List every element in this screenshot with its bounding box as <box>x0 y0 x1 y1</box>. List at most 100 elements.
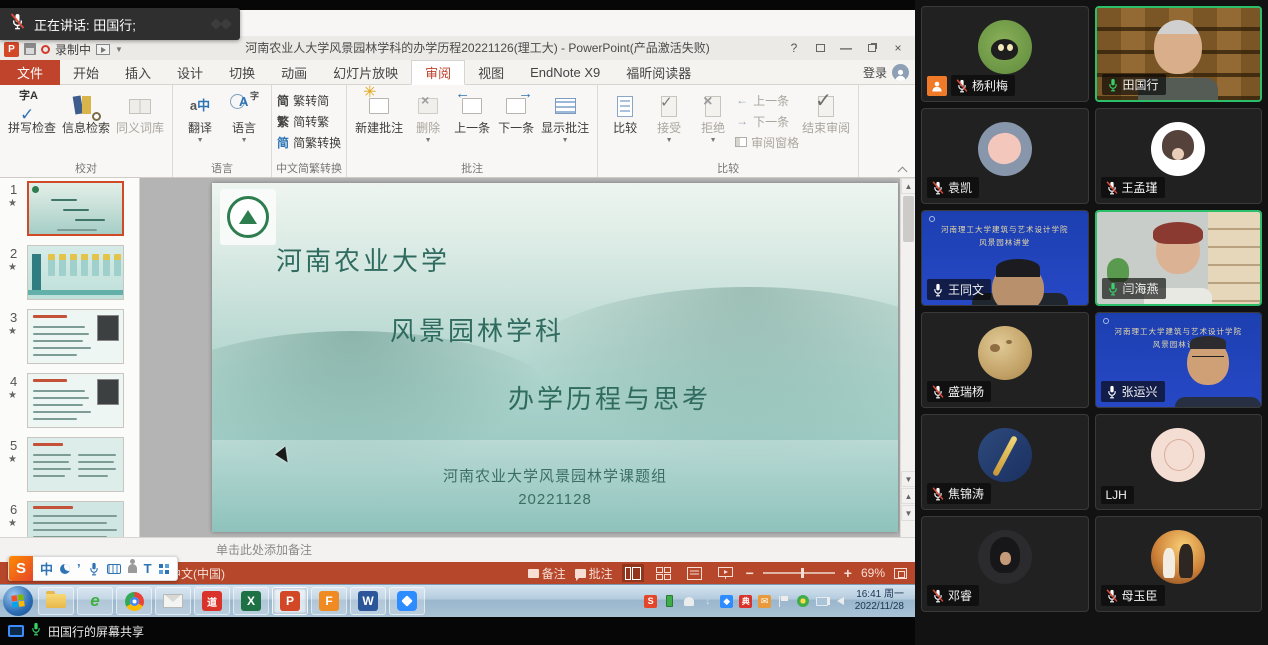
account-avatar[interactable] <box>892 64 909 81</box>
ribbon-tab-design[interactable]: 设计 <box>164 60 216 85</box>
save-icon[interactable] <box>24 43 36 55</box>
ribbon-tab-view[interactable]: 视图 <box>465 60 517 85</box>
next-slide-button[interactable]: ▼ <box>901 505 915 521</box>
slide-thumbnail-1[interactable] <box>27 181 124 236</box>
meeting-tray-icon[interactable]: ◆ <box>720 595 733 608</box>
normal-view-button[interactable] <box>622 564 644 582</box>
quick-access-dropdown-icon[interactable]: ▼ <box>115 45 123 54</box>
mail-button[interactable] <box>155 587 191 615</box>
slide-thumbnail-6[interactable] <box>27 501 124 537</box>
slide-thumbnail-5[interactable] <box>27 437 124 492</box>
ribbon-tab-foxit[interactable]: 福昕阅读器 <box>613 60 704 85</box>
reading-view-button[interactable] <box>684 564 706 582</box>
file-explorer-button[interactable] <box>38 587 74 615</box>
zoom-percent[interactable]: 69% <box>861 566 885 580</box>
moon-icon[interactable] <box>60 564 70 574</box>
ribbon-tab-animations[interactable]: 动画 <box>268 60 320 85</box>
volume-tray-icon[interactable] <box>834 594 848 608</box>
participant-tile-9[interactable]: 焦锦涛 <box>921 414 1089 510</box>
sogou-tray-icon[interactable]: S <box>644 595 657 608</box>
browser-button[interactable]: e <box>77 587 113 615</box>
participant-tile-7[interactable]: 盛瑞杨 <box>921 312 1089 408</box>
soft-keyboard-icon[interactable] <box>107 564 121 574</box>
sign-in-area[interactable]: 登录 <box>863 60 909 85</box>
excel-button[interactable]: X <box>233 587 269 615</box>
participant-tile-10[interactable]: LJH <box>1095 414 1263 510</box>
bell-tray-icon[interactable] <box>682 594 696 608</box>
collapse-ribbon-button[interactable] <box>897 166 907 174</box>
chrome-button[interactable] <box>116 587 152 615</box>
ribbon-tab-home[interactable]: 开始 <box>60 60 112 85</box>
sign-in-label[interactable]: 登录 <box>863 64 887 81</box>
minimize-button[interactable]: — <box>833 38 859 58</box>
ribbon-tab-slide-show[interactable]: 幻灯片放映 <box>320 60 411 85</box>
research-button[interactable]: 信息检索 <box>59 88 113 138</box>
help-button[interactable]: ? <box>781 38 807 58</box>
slide-canvas[interactable]: 河南农业大学 风景园林学科 办学历程与思考 河南农业大学风景园林学课题组 202… <box>212 183 898 532</box>
reviewing-pane-button[interactable]: 审阅窗格 <box>735 132 799 152</box>
simplified-to-traditional-button[interactable]: 繁简转繁 <box>277 111 341 131</box>
vertical-scrollbar[interactable]: ▲ ▼ ▲ ▼ <box>900 178 915 537</box>
tencent-meeting-button[interactable] <box>389 587 425 615</box>
fit-slide-to-window-button[interactable] <box>894 568 907 579</box>
skin-icon[interactable]: T <box>144 561 152 576</box>
participant-tile-4[interactable]: 王孟瑾 <box>1095 108 1263 204</box>
powerpoint-button[interactable]: P <box>272 587 308 615</box>
previous-slide-button[interactable]: ▲ <box>901 488 915 504</box>
participant-tile-2[interactable]: 田国行 <box>1095 6 1263 102</box>
toolbox-icon[interactable] <box>159 564 169 574</box>
translate-button[interactable]: a中翻译▼ <box>178 88 222 147</box>
next-change-button[interactable]: →下一条 <box>735 111 799 131</box>
ribbon-tab-review[interactable]: 审阅 <box>411 60 465 85</box>
restore-button[interactable] <box>859 38 885 58</box>
ribbon-tab-endnote[interactable]: EndNote X9 <box>517 60 613 85</box>
slide-thumbnail-3[interactable] <box>27 309 124 364</box>
slide-thumbnail-2[interactable] <box>27 245 124 300</box>
participant-tile-11[interactable]: 邓睿 <box>921 516 1089 612</box>
voice-input-icon[interactable] <box>88 562 100 576</box>
traditional-to-simplified-button[interactable]: 简繁转简 <box>277 90 341 110</box>
zoom-slider[interactable] <box>763 572 835 574</box>
action-center-flag-icon[interactable] <box>777 594 791 608</box>
thesaurus-button[interactable]: 同义词库 <box>113 88 167 138</box>
participant-tile-12[interactable]: 母玉臣 <box>1095 516 1263 612</box>
zoom-slider-thumb[interactable] <box>801 568 804 578</box>
mail-tray-icon[interactable]: ✉ <box>758 595 771 608</box>
participant-tile-8[interactable]: 河南理工大学建筑与艺术设计学院风景园林讲堂张运兴 <box>1095 312 1263 408</box>
participant-tile-5[interactable]: 河南理工大学建筑与艺术设计学院风景园林讲堂王同文 <box>921 210 1089 306</box>
slide-thumbnails-panel[interactable]: 1★2★3★4★5★6★ <box>0 178 140 537</box>
youdao-dict-button[interactable]: 道 <box>194 587 230 615</box>
battery-tray-icon[interactable] <box>663 594 677 608</box>
start-slideshow-icon[interactable] <box>96 44 110 55</box>
person-center-icon[interactable] <box>128 564 137 573</box>
ribbon-tab-transitions[interactable]: 切换 <box>216 60 268 85</box>
ribbon-tab-insert[interactable]: 插入 <box>112 60 164 85</box>
close-button[interactable]: × <box>885 38 911 58</box>
slideshow-view-button[interactable] <box>715 564 737 582</box>
notes-toggle-button[interactable]: 备注 <box>528 565 566 582</box>
reject-button[interactable]: ×拒绝▼ <box>691 88 735 147</box>
zoom-out-button[interactable]: − <box>746 565 754 581</box>
participant-tile-1[interactable]: 杨利梅 <box>921 6 1089 102</box>
new-comment-button[interactable]: ✳新建批注 <box>352 88 406 138</box>
scrollbar-thumb[interactable] <box>903 196 914 242</box>
download-tray-icon[interactable]: ↓ <box>701 594 715 608</box>
zoom-in-button[interactable]: + <box>844 565 852 581</box>
foxit-pdf-button[interactable]: F <box>311 587 347 615</box>
previous-comment-button[interactable]: ←上一条 <box>450 88 494 138</box>
dict-tray-icon[interactable]: 典 <box>739 595 752 608</box>
slide-editing-area[interactable]: 河南农业大学 风景园林学科 办学历程与思考 河南农业大学风景园林学课题组 202… <box>140 178 900 537</box>
word-button[interactable]: W <box>350 587 386 615</box>
comments-toggle-button[interactable]: 批注 <box>575 565 613 582</box>
accept-button[interactable]: ✓接受▼ <box>647 88 691 147</box>
slide-sorter-view-button[interactable] <box>653 564 675 582</box>
punctuation-icon[interactable]: ’ <box>77 561 81 576</box>
next-comment-button[interactable]: →下一条 <box>494 88 538 138</box>
start-button[interactable] <box>3 586 33 616</box>
delete-comment-button[interactable]: ×删除▼ <box>406 88 450 147</box>
show-comments-button[interactable]: 显示批注▼ <box>538 88 592 147</box>
taskbar-clock[interactable]: 16:41 周一 2022/11/28 <box>855 589 904 614</box>
scroll-down-button[interactable]: ▼ <box>901 471 915 487</box>
sogou-logo-icon[interactable]: S <box>9 556 33 581</box>
chinese-mode-icon[interactable]: 中 <box>40 559 53 578</box>
